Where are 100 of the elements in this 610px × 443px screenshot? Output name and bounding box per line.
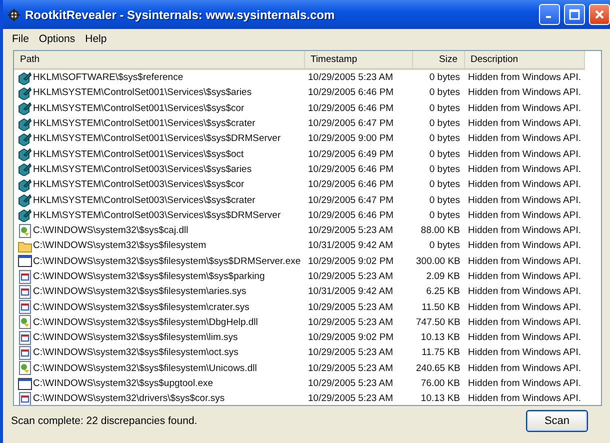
description-cell-text: Hidden from Windows API. [467, 208, 582, 223]
path-cell: C:\WINDOWS\system32\$sys$filesystem\oct.sys [33, 347, 238, 358]
close-icon [594, 9, 605, 20]
registry-cube-icon [18, 86, 32, 100]
description-cell: Hidden from Windows API. [464, 69, 584, 86]
timestamp-cell-text: 10/29/2005 6:47 PM [307, 117, 395, 132]
size-cell-text: 2.09 KB [425, 270, 461, 284]
size-cell-text: 747.50 KB [415, 316, 462, 330]
size-cell-text: 0 bytes [428, 102, 461, 116]
registry-cube-icon [18, 116, 32, 131]
menu-item[interactable]: Options [34, 32, 80, 46]
column-header[interactable]: Size [412, 51, 464, 69]
system-file-icon [18, 330, 32, 345]
description-cell-text: Hidden from Windows API. [467, 254, 582, 269]
description-cell-text: Hidden from Windows API. [467, 331, 582, 346]
maximize-button[interactable] [564, 4, 585, 25]
window-title: RootkitRevealer - Sysinternals: www.sysinternals.com [25, 8, 336, 22]
window-icon [18, 376, 32, 391]
path-cell: HKLM\SYSTEM\ControlSet001\Services\$sys$oct [33, 148, 244, 160]
menu-item[interactable]: File [7, 32, 34, 46]
timestamp-cell-text: 10/29/2005 6:47 PM [307, 194, 395, 208]
registry-cube-icon [18, 101, 32, 116]
description-cell-text: Hidden from Windows API. [467, 362, 582, 376]
size-cell-text: 0 bytes [428, 162, 461, 177]
size-cell-text: 0 bytes [428, 194, 461, 208]
path-cell: C:\WINDOWS\system32\$sys$caj.dll [33, 225, 188, 236]
size-cell-text: 0 bytes [428, 117, 461, 132]
path-cell: C:\WINDOWS\system32\$sys$filesystem\$sys$parking [33, 271, 265, 282]
path-cell: HKLM\SYSTEM\ControlSet001\Services\$sys$aries [33, 87, 252, 98]
size-cell-text: 300.00 KB [415, 254, 462, 269]
timestamp-cell-text: 10/31/2005 9:42 AM [307, 285, 394, 300]
column-header[interactable]: Timestamp [304, 51, 412, 69]
app-icon [7, 8, 21, 22]
timestamp-cell-text: 10/29/2005 5:23 AM [307, 316, 394, 330]
timestamp-cell-text: 10/29/2005 5:23 AM [307, 377, 394, 392]
path-cell: HKLM\SYSTEM\ControlSet001\Services\$sys$cor [33, 102, 244, 114]
library-file-icon [18, 315, 32, 330]
timestamp-cell-text: 10/29/2005 6:46 PM [307, 102, 395, 116]
system-file-icon [18, 346, 32, 360]
path-cell: HKLM\SOFTWARE\$sys$reference [33, 72, 184, 84]
size-cell-text: 0 bytes [428, 86, 461, 100]
minimize-button[interactable] [539, 4, 560, 25]
timestamp-cell-text: 10/29/2005 9:02 PM [307, 331, 395, 346]
timestamp-cell-text: 10/29/2005 6:46 PM [307, 208, 395, 223]
description-cell-text: Hidden from Windows API. [467, 194, 582, 208]
timestamp-cell-text: 10/29/2005 9:02 PM [307, 254, 395, 269]
timestamp-cell-text: 10/29/2005 6:46 PM [307, 162, 395, 177]
timestamp-cell-text: 10/29/2005 5:23 AM [307, 300, 394, 315]
maximize-icon [569, 9, 580, 20]
size-cell-text: 76.00 KB [420, 377, 461, 392]
registry-cube-icon [18, 208, 32, 222]
column-header[interactable]: Description [464, 51, 584, 69]
description-cell-text: Hidden from Windows API. [467, 316, 582, 330]
column-header[interactable]: Path [14, 51, 304, 69]
path-cell: HKLM\SYSTEM\ControlSet003\Services\$sys$crater [33, 194, 256, 206]
size-cell-text: 0 bytes [428, 178, 461, 192]
library-file-icon [18, 224, 32, 238]
size-cell-text: 240.65 KB [415, 362, 462, 376]
description-cell-text: Hidden from Windows API. [467, 224, 582, 238]
description-cell-text: Hidden from Windows API. [467, 178, 582, 192]
size-cell-text: 0 bytes [428, 148, 461, 162]
timestamp-cell: 10/29/2005 5:23 AM [304, 69, 412, 86]
close-button[interactable] [589, 4, 610, 25]
path-cell: C:\WINDOWS\system32\$sys$filesystem\lim.sys [33, 332, 238, 344]
timestamp-cell-text: 10/29/2005 5:23 AM [307, 224, 394, 238]
timestamp-cell-text: 10/29/2005 6:49 PM [307, 148, 395, 162]
description-cell-text: Hidden from Windows API. [467, 132, 582, 146]
timestamp-cell-text: 10/29/2005 6:46 PM [307, 178, 395, 192]
registry-cube-icon [18, 147, 32, 162]
path-cell: C:\WINDOWS\system32\$sys$filesystem\aries.sys [33, 286, 246, 298]
description-cell-text: Hidden from Windows API. [467, 346, 582, 360]
path-cell: C:\WINDOWS\system32\$sys$filesystem [33, 240, 206, 252]
timestamp-cell-text: 10/29/2005 5:23 AM [307, 346, 394, 360]
size-cell-text: 0 bytes [428, 132, 461, 146]
status-text: Scan complete: 22 discrepancies found. [11, 415, 198, 427]
system-file-icon [18, 300, 32, 314]
size-cell-text: 0 bytes [428, 208, 461, 223]
size-cell-text: 10.13 KB [420, 392, 461, 405]
description-cell-text: Hidden from Windows API. [467, 102, 582, 116]
description-cell-text: Hidden from Windows API. [467, 162, 582, 177]
path-cell: HKLM\SYSTEM\ControlSet003\Services\$sys$aries [33, 164, 252, 175]
description-cell-text: Hidden from Windows API. [467, 86, 582, 100]
description-cell-text: Hidden from Windows API. [467, 392, 582, 405]
description-cell-text: Hidden from Windows API. [467, 300, 582, 315]
menu-item[interactable]: Help [80, 32, 112, 46]
path-cell: HKLM\SYSTEM\ControlSet003\Services\$sys$DRMServer [33, 210, 281, 221]
timestamp-cell-text: 10/29/2005 5:23 AM [307, 392, 394, 405]
path-cell: C:\WINDOWS\system32\$sys$filesystem\Unicows.dll [33, 362, 257, 374]
size-cell-text: 11.50 KB [420, 300, 461, 315]
window-icon [18, 254, 32, 268]
size-cell-text: 6.25 KB [425, 285, 461, 300]
description-cell-text: Hidden from Windows API. [467, 270, 582, 284]
scan-button[interactable]: Scan [526, 410, 588, 432]
timestamp-cell-text: 10/31/2005 9:42 AM [307, 239, 394, 254]
library-file-icon [18, 361, 32, 376]
registry-cube-icon [18, 70, 32, 85]
registry-cube-icon [18, 193, 32, 208]
size-cell: 0 bytes [412, 69, 464, 86]
registry-cube-icon [18, 132, 32, 146]
timestamp-cell-text: 10/29/2005 5:23 AM [307, 362, 394, 376]
